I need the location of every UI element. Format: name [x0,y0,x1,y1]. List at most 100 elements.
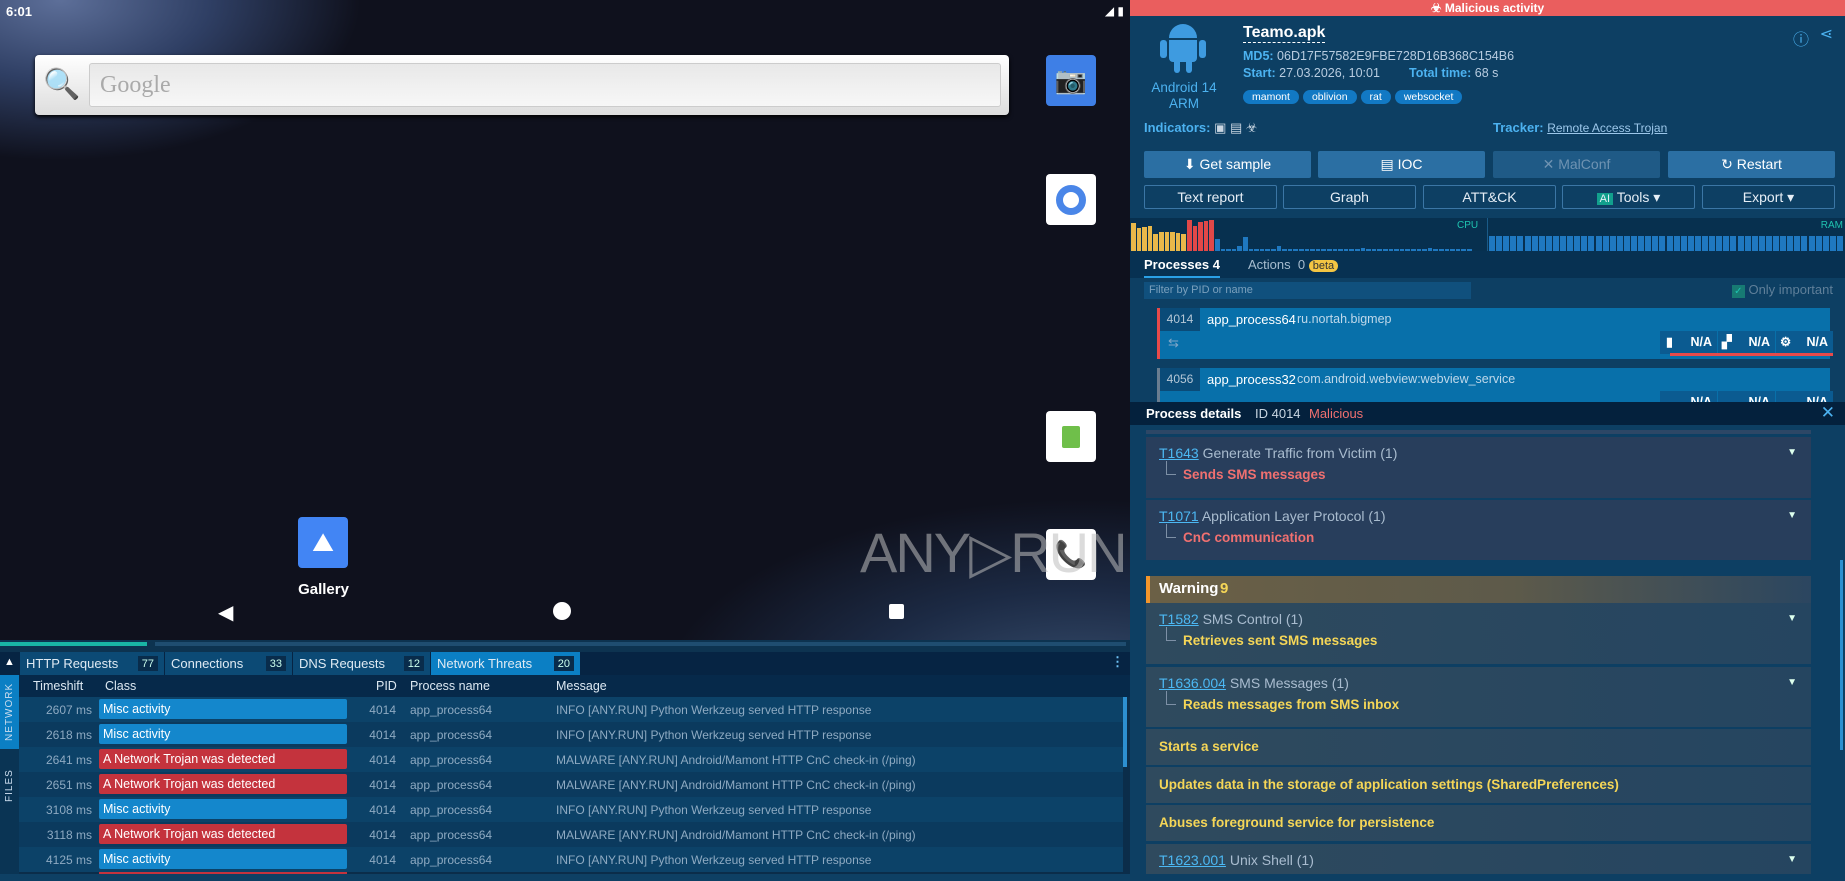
behavior-card[interactable]: T1071 Application Layer Protocol (1) ▼ CnC… [1146,500,1811,560]
more-options-icon[interactable]: ⋮ [1111,654,1124,670]
restart-button[interactable]: ↻ Restart [1668,151,1835,178]
table-row[interactable]: 3108 ms Misc activity 4014 app_process64… [19,797,1123,822]
info-icon[interactable]: ⓘ [1793,26,1809,50]
table-row[interactable]: 4125 ms Misc activity 4014 app_process64… [19,847,1123,872]
modules-na[interactable]: ⚙ N/A [1776,331,1833,354]
behavior-card[interactable]: T1582 SMS Control (1) ▼ Retrieves sent SMS… [1146,603,1811,664]
recents-nav-button[interactable] [889,604,904,619]
collapse-arrow-icon[interactable]: ▲ [4,656,15,668]
malconf-button[interactable]: ✕ MalConf [1493,151,1660,178]
gallery-app-icon[interactable]: ⛰ [298,517,348,568]
expand-arrow-icon[interactable]: ▼ [1787,677,1797,688]
table-row[interactable]: 2651 ms A Network Trojan was detected 40… [19,772,1123,797]
cell-process: app_process64 [410,853,493,867]
table-row[interactable]: 2618 ms Misc activity 4014 app_process64… [19,722,1123,747]
modules-na[interactable]: N/A [1776,391,1833,402]
tag[interactable]: oblivion [1302,90,1357,104]
process-row-4056[interactable]: 4056 app_process32 com.android.webview:w… [1157,368,1833,402]
chrome-app-icon[interactable] [1046,174,1096,225]
ram-bar [1631,236,1637,251]
file-name[interactable]: Teamo.apk [1243,24,1326,43]
tracker-link[interactable]: Remote Access Trojan [1547,121,1667,135]
warning-header[interactable]: Warning 9 [1146,576,1811,603]
android-emulator-screen[interactable]: 6:01 ◢ ▮ 🔍 Google 📷 📞 ANY▷RUN ⛰ Gallery … [0,0,1130,640]
tag[interactable]: rat [1360,90,1391,104]
behavior-card[interactable]: T1636.004 SMS Messages (1) ▼ Reads message… [1146,667,1811,727]
side-tab-files[interactable]: FILES [0,749,19,823]
technique-id-link[interactable]: T1623.001 [1159,852,1226,868]
technique-id-link[interactable]: T1582 [1159,611,1199,627]
behavior-card[interactable]: Abuses foreground service for persistenc… [1146,805,1811,841]
behavior-card[interactable]: Updates data in the storage of applicati… [1146,767,1811,803]
attack-button[interactable]: ATT&CK [1423,185,1556,209]
search-input[interactable]: Google [89,63,1001,107]
table-scrollbar[interactable] [1123,697,1127,767]
files-na[interactable]: N/A [1660,391,1717,402]
tab-processes[interactable]: Processes 4 [1144,251,1220,278]
ram-bar [1560,236,1566,251]
col-process-name[interactable]: Process name [410,679,490,693]
table-row[interactable]: 2607 ms Misc activity 4014 app_process64… [19,697,1123,722]
technique-id-link[interactable]: T1071 [1159,508,1199,524]
tab-count: 4 [1212,257,1220,272]
registry-na[interactable]: ▞ N/A [1718,331,1775,354]
search-icon: 🔍 [43,68,81,101]
files-na[interactable]: ▮ N/A [1660,331,1717,354]
timeline-progress[interactable] [0,640,1130,652]
md5-value[interactable]: 06D17F57582E9FBE728D16B368C154B6 [1277,49,1514,63]
tab-label: HTTP Requests [26,656,119,671]
indicator-icons[interactable]: ▣ ▤ ☣ [1214,120,1257,135]
get-sample-button[interactable]: ⬇ Get sample [1144,151,1311,178]
back-nav-button[interactable]: ◀ [218,600,233,625]
process-row-4014[interactable]: 4014 app_process64 ru.nortah.bigmep ⇆ ▮ N… [1157,308,1833,359]
registry-na[interactable]: N/A [1718,391,1775,402]
col-message[interactable]: Message [556,679,607,693]
table-row[interactable]: 3118 ms A Network Trojan was detected 40… [19,822,1123,847]
tab-dns-requests[interactable]: DNS Requests 12 [293,652,430,675]
ioc-button[interactable]: ▤ IOC [1318,151,1485,178]
col-class[interactable]: Class [105,679,136,693]
process-filter-input[interactable]: Filter by PID or name [1144,282,1471,299]
tab-label: DNS Requests [299,656,385,671]
tracker: Tracker: Remote Access Trojan [1493,120,1667,135]
cpu-bar [1170,232,1175,251]
col-pid[interactable]: PID [376,679,397,693]
expand-arrow-icon[interactable]: ▼ [1787,613,1797,624]
ram-bar [1524,236,1531,251]
details-scrollbar[interactable] [1840,560,1843,750]
tag[interactable]: websocket [1394,90,1463,104]
tab-connections[interactable]: Connections 33 [165,652,292,675]
tab-http-requests[interactable]: HTTP Requests 77 [20,652,164,675]
cpu-label: CPU [1457,220,1479,231]
graph-button[interactable]: Graph [1283,185,1416,209]
tab-actions[interactable]: Actions 0 beta [1248,257,1339,272]
col-timeshift[interactable]: Timeshift [33,679,83,693]
process-cmd: com.android.webview:webview_service [1297,372,1516,386]
behavior-card[interactable]: T1623.001 Unix Shell (1) ▼ [1146,844,1811,874]
tag[interactable]: mamont [1243,90,1299,104]
camera-app-icon[interactable]: 📷 [1046,55,1096,106]
home-nav-button[interactable] [553,602,571,620]
behavior-text: Reads messages from SMS inbox [1183,697,1400,712]
behavior-card[interactable]: Starts a service [1146,729,1811,765]
expand-arrow-icon[interactable]: ▼ [1787,510,1797,521]
side-tab-network[interactable]: NETWORK [0,675,19,749]
only-important-checkbox[interactable]: ✓ Only important [1731,282,1833,298]
table-row[interactable]: 2641 ms A Network Trojan was detected 40… [19,747,1123,772]
export-button[interactable]: Export ▾ [1702,185,1835,209]
google-search-widget[interactable]: 🔍 Google [35,55,1009,115]
expand-arrow-icon[interactable]: ▼ [1787,447,1797,458]
messaging-app-icon[interactable] [1046,411,1096,462]
technique-id-link[interactable]: T1643 [1159,445,1199,461]
button-label: IOC [1397,156,1423,172]
text-report-button[interactable]: Text report [1144,185,1277,209]
behavior-card[interactable]: T1643 Generate Traffic from Victim (1) ▼ S… [1146,437,1811,498]
tools-button[interactable]: AI Tools ▾ [1562,185,1695,209]
technique-id-link[interactable]: T1636.004 [1159,675,1226,691]
share-icon[interactable]: ⋖ [1820,24,1833,44]
cell-class: Misc activity [99,849,347,869]
close-icon[interactable]: ✕ [1821,403,1835,423]
tab-network-threats[interactable]: Network Threats 20 [431,652,580,675]
ram-bar [1801,236,1808,251]
expand-arrow-icon[interactable]: ▼ [1787,854,1797,865]
